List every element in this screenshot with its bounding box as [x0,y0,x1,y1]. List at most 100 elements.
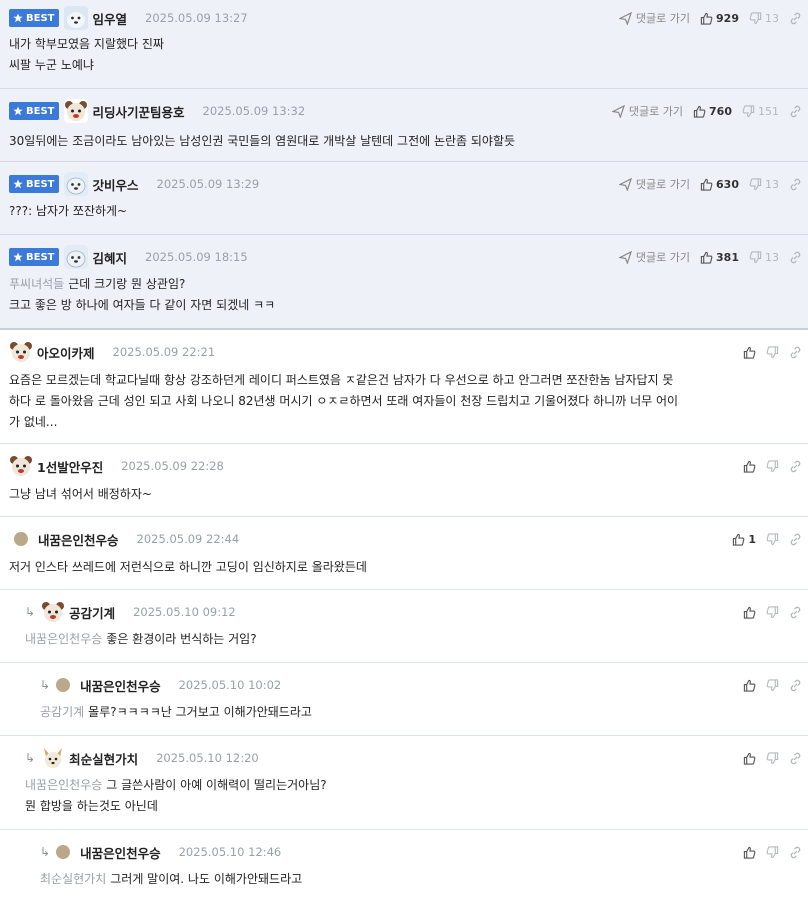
nickname[interactable]: 내꿈은인천우승 [80,843,161,862]
link-icon [790,846,801,858]
avatar[interactable] [9,340,33,364]
comment-actions [743,600,802,624]
nickname[interactable]: 아오이카제 [37,343,95,362]
nickname[interactable]: 내꿈은인천우승 [80,676,161,695]
link-button[interactable] [789,846,802,859]
star-icon [13,252,23,262]
like-button[interactable] [743,460,756,473]
goto-reply-button[interactable]: 댓글로 가기 [618,10,690,26]
dislike-button[interactable]: 13 [749,251,779,264]
dislike-button[interactable] [766,459,779,473]
link-button[interactable] [789,533,802,546]
comment-actions: 댓글로 가기 760 151 [611,99,802,123]
comment-actions [743,840,802,864]
goto-reply-button[interactable]: 댓글로 가기 [618,176,690,192]
link-button[interactable] [789,460,802,473]
thumbs-up-icon [693,105,706,118]
like-button[interactable]: 929 [700,12,739,25]
best-comment: BEST 갓비우스 2025.05.09 13:29 댓글로 가기 630 13… [0,162,808,235]
link-icon [790,606,801,618]
star-icon [13,106,23,116]
goto-reply-button[interactable]: 댓글로 가기 [618,249,690,265]
like-button[interactable] [743,679,756,692]
comment-actions: 댓글로 가기 929 13 [618,6,802,30]
mention[interactable]: 최순실현가치 [40,872,106,886]
dislike-button[interactable] [766,532,779,546]
avatar[interactable] [64,6,89,30]
best-badge: BEST [9,9,60,27]
thumbs-down-icon [766,532,779,545]
dislike-button[interactable] [766,751,779,765]
thumbs-down-icon [749,250,762,263]
link-button[interactable] [789,12,802,25]
nickname[interactable]: 1선발안우진 [37,457,103,476]
mention[interactable]: 공감기계 [40,705,84,719]
nickname[interactable]: 임우열 [92,9,127,28]
send-icon [618,177,632,191]
nickname[interactable]: 공감기계 [69,603,115,622]
avatar[interactable] [64,245,89,269]
avatar[interactable] [9,454,33,478]
avatar[interactable] [56,845,71,859]
mention[interactable]: 내꿈은인천우승 [25,778,102,792]
nickname[interactable]: 김혜지 [92,248,127,267]
comment-body: 내꿈은인천우승 그 글쓴사람이 아예 이해력이 떨리는거아님? 뭔 합방을 하는것… [25,778,327,813]
dislike-button[interactable] [766,678,779,692]
mention[interactable]: 푸씨녀석들 [9,277,64,291]
like-button[interactable]: 760 [693,105,732,118]
best-comment: BEST 김혜지 2025.05.09 18:15 댓글로 가기 381 13 … [0,235,808,330]
dislike-count: 13 [765,177,779,191]
avatar[interactable] [64,99,89,123]
comment-body: ???: 남자가 쪼잔하게~ [9,204,128,218]
dislike-button[interactable]: 151 [742,105,779,118]
link-button[interactable] [789,346,802,359]
goto-reply-button[interactable]: 댓글로 가기 [611,103,683,119]
dislike-button[interactable] [766,345,779,359]
like-count: 760 [709,104,732,118]
link-icon [790,251,801,263]
mention[interactable]: 내꿈은인천우승 [25,632,102,646]
comment-body: 내가 학부모였음 지랄했다 진짜 씨팔 누군 노예냐 [9,37,164,72]
avatar[interactable] [41,600,66,624]
nickname[interactable]: 갓비우스 [92,175,138,194]
comment-header: ↳ 내꿈은인천우승 2025.05.10 10:02 [40,673,808,697]
like-button[interactable] [743,346,756,359]
timestamp: 2025.05.09 22:21 [112,345,216,359]
like-button[interactable] [743,606,756,619]
comment-header: ↳ 공감기계 2025.05.10 09:12 [25,600,808,624]
comment-body: 내꿈은인천우승 좋은 환경이라 번식하는 거임? [25,632,257,646]
dislike-button[interactable]: 13 [749,12,779,25]
link-button[interactable] [789,752,802,765]
best-badge: BEST [9,175,60,193]
like-count: 929 [716,11,739,25]
link-button[interactable] [789,679,802,692]
link-icon [790,679,801,691]
comment-body: 30일뒤에는 조금이라도 남아있는 남성인권 국민들의 염원대로 개박살 날텐데… [9,134,516,148]
like-button[interactable]: 381 [700,251,739,264]
like-button[interactable] [743,752,756,765]
avatar[interactable] [64,172,89,196]
avatar[interactable] [56,678,71,692]
avatar[interactable] [41,746,66,770]
nickname[interactable]: 리딩사기꾼팀용호 [92,102,184,121]
comment-actions [743,454,802,478]
timestamp: 2025.05.10 09:12 [133,605,236,619]
nickname[interactable]: 내꿈은인천우승 [38,530,119,549]
link-button[interactable] [789,251,802,264]
link-button[interactable] [789,606,802,619]
link-button[interactable] [789,105,802,118]
like-count: 1 [748,532,756,546]
thumbs-up-icon [743,606,756,619]
dislike-button[interactable] [766,845,779,859]
avatar[interactable] [14,532,28,546]
comment-body: 공감기계 몰루?ㅋㅋㅋㅋ난 그거보고 이해가안돼드라고 [40,705,312,719]
like-button[interactable]: 1 [732,533,756,546]
thumbs-up-icon [700,251,713,264]
dislike-button[interactable]: 13 [749,178,779,191]
dislike-button[interactable] [766,605,779,619]
link-button[interactable] [789,178,802,191]
like-button[interactable]: 630 [700,178,739,191]
reply-comment: ↳ 내꿈은인천우승 2025.05.10 12:46 최순실현가치 그러게 말이여… [0,830,808,905]
like-button[interactable] [743,846,756,859]
nickname[interactable]: 최순실현가치 [69,749,138,768]
